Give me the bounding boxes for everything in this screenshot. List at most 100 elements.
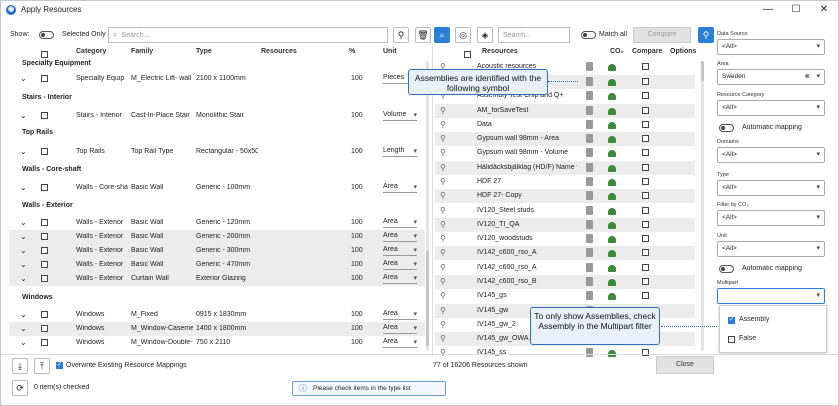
expand-chevron-icon[interactable]: ⌄ bbox=[20, 338, 27, 347]
pin-icon[interactable]: ⚲ bbox=[440, 120, 446, 129]
row-checkbox[interactable] bbox=[41, 233, 48, 240]
resource-row[interactable]: ⚲ IV142_c600_rso_B bbox=[435, 275, 695, 289]
group-header[interactable]: Top Rails bbox=[22, 129, 53, 136]
compare-checkbox[interactable] bbox=[642, 78, 649, 85]
unit-dropdown[interactable]: Area bbox=[383, 232, 417, 242]
compare-checkbox[interactable] bbox=[642, 264, 649, 271]
pin-icon[interactable]: ⚲ bbox=[440, 334, 446, 343]
compare-checkbox[interactable] bbox=[642, 135, 649, 142]
compare-checkbox[interactable] bbox=[642, 92, 649, 99]
unit-dropdown[interactable]: Area bbox=[383, 310, 417, 320]
table-row[interactable]: ⌄ Windows M_Window-Double- 750 x 2110 100 Are… bbox=[9, 336, 425, 350]
resources-scrollbar-track[interactable] bbox=[701, 61, 704, 351]
compare-button[interactable]: Compare bbox=[633, 27, 691, 43]
pin-icon[interactable]: ⚲ bbox=[440, 148, 446, 157]
group-header[interactable]: Walls - Core-shaft bbox=[22, 166, 81, 173]
table-row[interactable]: ⌄ Walls - Exterior Basic Wall Generic - 120… bbox=[9, 216, 425, 230]
pin-icon[interactable]: ⚲ bbox=[440, 220, 446, 229]
table-row[interactable]: ⌄ Walls - Exterior Basic Wall Generic - 200… bbox=[9, 230, 425, 244]
unit-dropdown[interactable]: Volume bbox=[383, 111, 417, 121]
refresh-button[interactable]: ⟳ bbox=[12, 380, 28, 396]
compare-checkbox[interactable] bbox=[642, 235, 649, 242]
row-checkbox[interactable] bbox=[41, 184, 48, 191]
info-hint-icon[interactable] bbox=[586, 348, 593, 357]
compare-checkbox[interactable] bbox=[642, 178, 649, 185]
select-all-checkbox[interactable] bbox=[41, 51, 48, 58]
unit-dropdown[interactable]: Area bbox=[383, 260, 417, 270]
settings-button[interactable]: ◎ bbox=[455, 27, 471, 43]
unit-dropdown[interactable]: Length bbox=[383, 147, 417, 157]
assembly-button[interactable]: ◈ bbox=[477, 27, 493, 43]
row-checkbox[interactable] bbox=[41, 75, 48, 82]
expand-chevron-icon[interactable]: ⌄ bbox=[20, 183, 27, 192]
pin-icon[interactable]: ⚲ bbox=[440, 263, 446, 272]
info-hint-icon[interactable] bbox=[586, 134, 593, 143]
resource-row[interactable]: ⚲ AM_forSaveTest bbox=[435, 104, 695, 118]
close-icon[interactable]: ✕ bbox=[810, 1, 838, 18]
resource-row[interactable]: ⚲ Gypsum wall 98mm - Volume bbox=[435, 146, 695, 160]
compare-checkbox[interactable] bbox=[642, 164, 649, 171]
resource-row[interactable]: ⚲ Gypsum wall 98mm - Area bbox=[435, 132, 695, 146]
expand-chevron-icon[interactable]: ⌄ bbox=[20, 74, 27, 83]
info-hint-icon[interactable] bbox=[586, 191, 593, 200]
table-row[interactable]: ⌄ Walls - Exterior Basic Wall Generic - 470… bbox=[9, 258, 425, 272]
info-hint-icon[interactable] bbox=[586, 177, 593, 186]
overwrite-checkbox[interactable]: ✓ bbox=[56, 362, 63, 369]
area-select[interactable]: Sweden ⊗ bbox=[717, 69, 825, 85]
unit-dropdown[interactable]: Area bbox=[383, 246, 417, 256]
compare-checkbox[interactable] bbox=[642, 121, 649, 128]
info-hint-icon[interactable] bbox=[586, 220, 593, 229]
pin-icon[interactable]: ⚲ bbox=[440, 163, 446, 172]
info-hint-icon[interactable] bbox=[586, 248, 593, 257]
assembly-option-checkbox[interactable]: ✓ bbox=[728, 317, 735, 324]
left-scrollbar-thumb[interactable] bbox=[426, 251, 429, 346]
group-header[interactable]: Walls - Exterior bbox=[22, 202, 73, 209]
group-header[interactable]: Specialty Equipment bbox=[22, 60, 91, 67]
selected-only-toggle[interactable] bbox=[39, 31, 54, 39]
domains-select[interactable]: <All> bbox=[717, 147, 825, 163]
unit-dropdown[interactable]: Area bbox=[383, 274, 417, 284]
pin-icon[interactable]: ⚲ bbox=[440, 248, 446, 257]
row-checkbox[interactable] bbox=[41, 339, 48, 346]
info-hint-icon[interactable] bbox=[586, 263, 593, 272]
pin-icon[interactable]: ⚲ bbox=[440, 177, 446, 186]
unit-dropdown[interactable]: Area bbox=[383, 338, 417, 348]
pin-icon[interactable]: ⚲ bbox=[440, 191, 446, 200]
expand-chevron-icon[interactable]: ⌄ bbox=[20, 310, 27, 319]
row-checkbox[interactable] bbox=[41, 219, 48, 226]
unit-dropdown[interactable]: Area bbox=[383, 218, 417, 228]
group-header[interactable]: Stairs - Interior bbox=[22, 94, 72, 101]
row-checkbox[interactable] bbox=[41, 275, 48, 282]
row-checkbox[interactable] bbox=[41, 247, 48, 254]
filter-panel-button[interactable]: ⚲ bbox=[698, 27, 714, 43]
pin-icon[interactable]: ⚲ bbox=[440, 206, 446, 215]
compare-checkbox[interactable] bbox=[642, 149, 649, 156]
expand-chevron-icon[interactable]: ⌄ bbox=[20, 324, 27, 333]
resources-select-all-checkbox[interactable] bbox=[464, 51, 471, 58]
unit-dropdown[interactable]: Area bbox=[383, 324, 417, 334]
co2-filter-select[interactable]: <All> bbox=[717, 210, 825, 226]
table-row[interactable]: ⌄ Windows M_Fixed 0915 x 1830mm 100 Area bbox=[9, 308, 425, 322]
table-row[interactable]: ⌄ Walls - Exterior Basic Wall Generic - 300… bbox=[9, 244, 425, 258]
info-hint-icon[interactable] bbox=[586, 291, 593, 300]
match-all-toggle[interactable] bbox=[581, 31, 596, 39]
resource-row[interactable]: ⚲ HDF 27- Copy bbox=[435, 189, 695, 203]
close-button[interactable]: Close bbox=[656, 356, 714, 374]
compare-checkbox[interactable] bbox=[642, 192, 649, 199]
pin-icon[interactable]: ⚲ bbox=[440, 348, 446, 357]
resource-row[interactable]: ⚲ IV120_Steel studs bbox=[435, 204, 695, 218]
expand-chevron-icon[interactable]: ⌄ bbox=[20, 274, 27, 283]
unit-filter-select[interactable]: <All> bbox=[717, 241, 825, 257]
resource-row[interactable]: ⚲ HDF 27 bbox=[435, 175, 695, 189]
info-hint-icon[interactable] bbox=[586, 91, 593, 100]
info-hint-icon[interactable] bbox=[586, 106, 593, 115]
info-hint-icon[interactable] bbox=[586, 120, 593, 129]
info-hint-icon[interactable] bbox=[586, 163, 593, 172]
table-row[interactable]: ⌄ Top Rails Top Rail Type Rectangular - 50x… bbox=[9, 145, 425, 159]
expand-chevron-icon[interactable]: ⌄ bbox=[20, 218, 27, 227]
data-source-select[interactable]: <All> bbox=[717, 39, 825, 55]
info-hint-icon[interactable] bbox=[586, 206, 593, 215]
pin-icon[interactable]: ⚲ bbox=[440, 134, 446, 143]
type-search-input[interactable]: ⌕ Search... bbox=[108, 27, 388, 43]
compare-checkbox[interactable] bbox=[642, 107, 649, 114]
